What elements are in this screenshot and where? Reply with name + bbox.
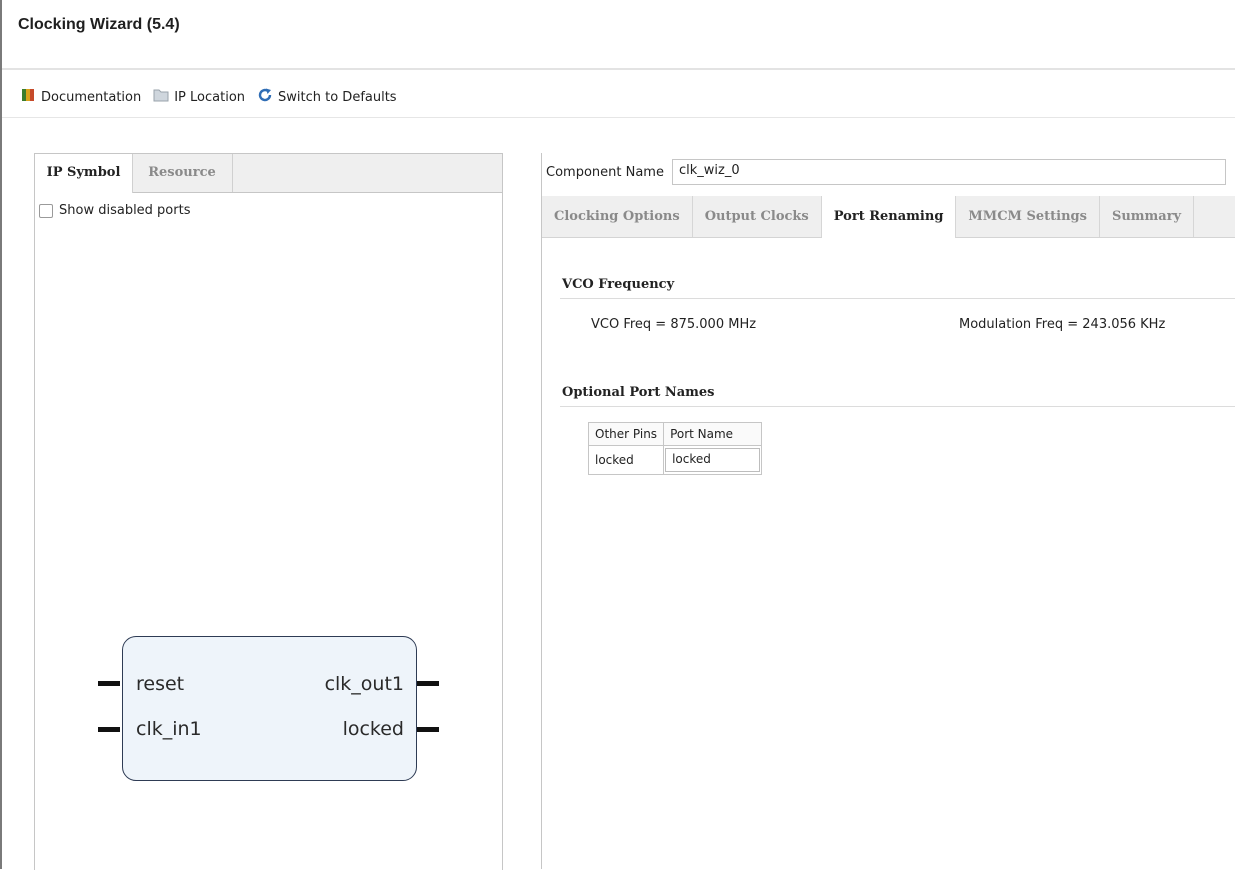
switch-to-defaults-button[interactable]: Switch to Defaults: [257, 87, 397, 107]
component-name-input[interactable]: clk_wiz_0: [671, 159, 1226, 185]
documentation-button[interactable]: Documentation: [20, 87, 141, 107]
left-tab-bar: IP Symbol Resource: [35, 154, 502, 193]
port-names-table: Other Pins Port Name locked locked: [587, 422, 763, 475]
clk-in1-pin: [98, 727, 120, 732]
show-disabled-ports-label: Show disabled ports: [59, 203, 191, 218]
tab-mmcm-settings[interactable]: MMCM Settings: [956, 196, 1100, 237]
port-name-input[interactable]: locked: [665, 448, 761, 472]
vco-freq-value: VCO Freq = 875.000 MHz: [591, 317, 757, 332]
show-disabled-ports-checkbox[interactable]: [39, 203, 53, 218]
right-panel: Component Name clk_wiz_0 Clocking Option…: [541, 153, 1235, 869]
component-name-label: Component Name: [546, 164, 664, 180]
port-clk-out1: clk_out1: [324, 673, 404, 695]
table-header-row: Other Pins Port Name: [587, 422, 763, 446]
documentation-label: Documentation: [41, 89, 142, 105]
tab-summary[interactable]: Summary: [1100, 196, 1195, 237]
column-header-port-name: Port Name: [663, 422, 763, 446]
port-clk-in1: clk_in1: [136, 718, 202, 740]
refresh-icon: [257, 87, 273, 107]
modulation-freq-value: Modulation Freq = 243.056 KHz: [959, 317, 1166, 332]
window-left-border: [0, 0, 2, 869]
tab-output-clocks[interactable]: Output Clocks: [693, 196, 822, 237]
tab-ip-symbol[interactable]: IP Symbol: [35, 154, 133, 193]
vco-frequency-title: VCO Frequency: [562, 277, 675, 292]
folder-icon: [153, 88, 169, 106]
port-reset: reset: [136, 673, 185, 695]
show-disabled-ports-row[interactable]: Show disabled ports: [39, 203, 190, 218]
tab-clocking-options[interactable]: Clocking Options: [542, 196, 693, 237]
tab-port-renaming[interactable]: Port Renaming: [821, 196, 957, 238]
column-header-other-pins: Other Pins: [587, 422, 665, 446]
vco-frequency-divider: [560, 298, 1235, 299]
book-icon: [20, 87, 36, 107]
port-name-cell: locked: [663, 445, 763, 475]
left-panel: IP Symbol Resource Show disabled ports r…: [34, 153, 503, 870]
optional-port-names-divider: [560, 406, 1235, 407]
tab-resource[interactable]: Resource: [132, 154, 233, 192]
port-locked: locked: [342, 718, 404, 740]
window-title: Clocking Wizard (5.4): [18, 16, 180, 33]
table-row: locked locked: [587, 445, 763, 475]
optional-port-names-title: Optional Port Names: [562, 385, 715, 400]
toolbar: Documentation IP Location Switch to Defa…: [20, 86, 409, 108]
title-separator: [2, 68, 1235, 70]
locked-pin: [417, 727, 439, 732]
component-name-row: Component Name clk_wiz_0: [546, 159, 1226, 185]
config-tab-bar: Clocking Options Output Clocks Port Rena…: [542, 196, 1235, 238]
pin-cell: locked: [587, 445, 665, 475]
toolbar-separator: [2, 117, 1235, 118]
ip-location-label: IP Location: [174, 89, 246, 105]
clk-out1-pin: [417, 681, 439, 686]
ip-location-button[interactable]: IP Location: [153, 88, 245, 106]
switch-to-defaults-label: Switch to Defaults: [278, 89, 397, 105]
ip-symbol-block: reset clk_in1 clk_out1 locked: [122, 636, 417, 781]
reset-pin: [98, 681, 120, 686]
